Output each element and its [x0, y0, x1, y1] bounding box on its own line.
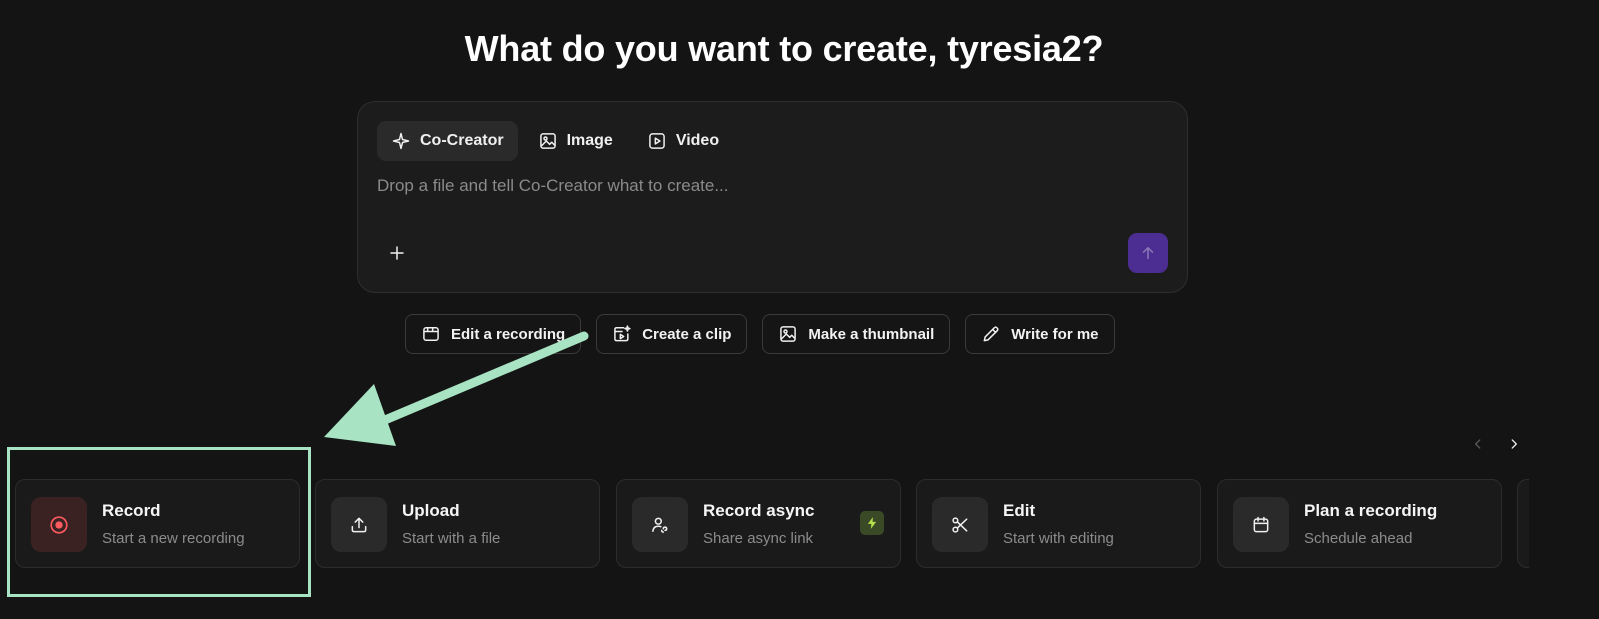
- edit-card[interactable]: Edit Start with editing: [916, 479, 1201, 568]
- card-subtitle: Start with a file: [402, 530, 501, 547]
- card-subtitle: Start with editing: [1003, 530, 1114, 547]
- edit-recording-button[interactable]: Edit a recording: [405, 314, 582, 354]
- upload-icon: [351, 517, 367, 532]
- card-title: Upload: [402, 501, 460, 520]
- async-user-icon: [652, 517, 668, 533]
- action-cards: Record Start a new recording Upload Star…: [15, 479, 1529, 569]
- tab-label: Image: [566, 132, 613, 149]
- plan-recording-card[interactable]: Plan a recording Schedule ahead: [1217, 479, 1502, 568]
- send-button[interactable]: [1128, 233, 1168, 273]
- prompt-input[interactable]: [377, 176, 1167, 196]
- plus-icon: [390, 246, 404, 260]
- record-icon: [50, 515, 68, 534]
- chevron-left-icon: [1475, 439, 1481, 449]
- scissors-icon: [952, 516, 968, 533]
- annotation-arrow-head: [324, 384, 396, 446]
- composer-box: Co-Creator Image Video: [357, 101, 1188, 293]
- chevron-right-icon: [1511, 439, 1517, 449]
- thumbnail-image-icon: [780, 326, 797, 342]
- write-for-me-button[interactable]: Write for me: [965, 314, 1115, 354]
- calendar-icon: [1253, 516, 1269, 532]
- composer-tabs: Co-Creator Image Video: [377, 121, 733, 161]
- card-title: Plan a recording: [1304, 501, 1438, 520]
- card-subtitle: Schedule ahead: [1304, 530, 1413, 547]
- add-attachment-button[interactable]: [384, 240, 410, 266]
- video-play-icon: [648, 133, 665, 149]
- next-card-partial[interactable]: [1517, 479, 1529, 568]
- card-title: Record async: [703, 501, 815, 520]
- chip-label: Make a thumbnail: [808, 325, 935, 343]
- tab-image[interactable]: Image: [524, 121, 627, 161]
- sparkle-icon: [392, 132, 410, 150]
- chip-label: Write for me: [1011, 325, 1099, 343]
- pencil-icon: [983, 326, 999, 342]
- carousel-nav: [1466, 432, 1526, 456]
- record-card[interactable]: Record Start a new recording: [15, 479, 300, 568]
- tab-label: Video: [675, 132, 720, 149]
- card-title: Record: [102, 501, 161, 520]
- tab-label: Co-Creator: [420, 132, 504, 149]
- carousel-next-button[interactable]: [1502, 432, 1526, 456]
- tab-video[interactable]: Video: [633, 121, 733, 161]
- chip-label: Create a clip: [642, 325, 732, 343]
- make-thumbnail-button[interactable]: Make a thumbnail: [762, 314, 951, 354]
- card-icon-box: [932, 497, 988, 552]
- image-icon: [539, 133, 556, 149]
- card-icon-box: [331, 497, 387, 552]
- page-title: What do you want to create, tyresia2?: [464, 28, 1104, 69]
- card-icon-box: [31, 497, 87, 552]
- film-edit-icon: [423, 327, 439, 341]
- arrow-up-icon: [1142, 247, 1154, 259]
- suggestion-chips: Edit a recording Create a clip Make a th…: [405, 314, 1115, 354]
- card-subtitle: Share async link: [703, 530, 814, 547]
- record-async-card[interactable]: Record async Share async link: [616, 479, 901, 568]
- create-clip-button[interactable]: Create a clip: [596, 314, 748, 354]
- card-title: Edit: [1003, 501, 1036, 520]
- carousel-prev-button[interactable]: [1466, 432, 1490, 456]
- chip-label: Edit a recording: [451, 325, 566, 343]
- card-icon-box: [1233, 497, 1289, 552]
- card-subtitle: Start a new recording: [102, 530, 245, 547]
- card-icon-box: [632, 497, 688, 552]
- clip-sparkle-icon: [614, 325, 631, 342]
- lightning-icon: [867, 517, 877, 529]
- upload-card[interactable]: Upload Start with a file: [315, 479, 600, 568]
- premium-badge: [860, 511, 884, 535]
- tab-co-creator[interactable]: Co-Creator: [377, 121, 518, 161]
